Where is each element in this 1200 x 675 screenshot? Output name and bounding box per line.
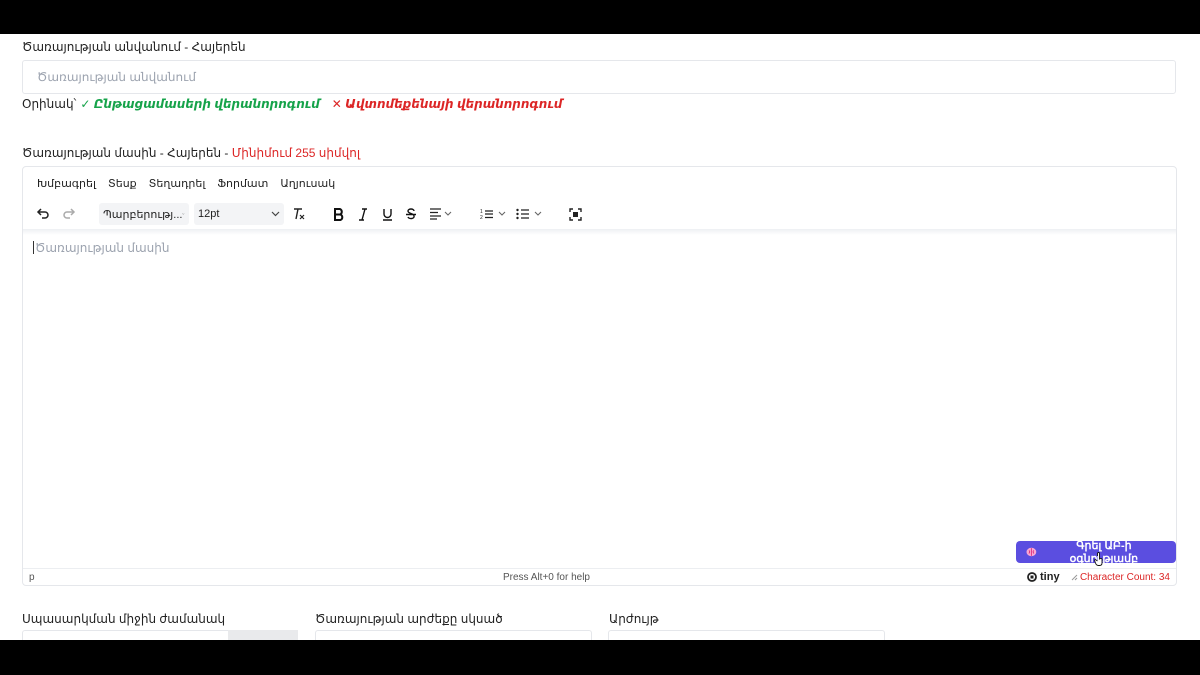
align-icon[interactable] [427, 203, 455, 225]
editor-toolbar: Պարբերությ... 12pt 1 2 [33, 203, 1163, 225]
editor-statusbar: p Press Alt+0 for help tiny Character Co… [23, 568, 1176, 587]
resize-handle-icon[interactable] [1070, 573, 1078, 581]
mouse-pointer-icon [1094, 552, 1103, 566]
bullet-list-icon[interactable] [515, 203, 545, 225]
chevron-down-icon [444, 211, 452, 216]
service-name-label: Ծառայության անվանում - Հայերեն [22, 40, 246, 54]
font-family-select[interactable]: Պարբերությ... [99, 203, 189, 225]
service-time-unit-addon[interactable] [228, 630, 298, 640]
service-form: Ծառայության անվանում - Հայերեն Օրինակ՝ ✓… [0, 34, 1200, 640]
bold-icon[interactable] [329, 203, 349, 225]
italic-icon[interactable] [353, 203, 373, 225]
editor-menubar: Խմբագրել Տեսք Տեղադրել Ֆորմատ Աղյուսակ [37, 177, 335, 190]
tiny-logo-icon [1027, 572, 1037, 582]
help-hint: Press Alt+0 for help [503, 572, 590, 583]
font-size-select[interactable]: 12pt [194, 203, 284, 225]
fullscreen-icon[interactable] [565, 203, 585, 225]
description-label-text: Ծառայության մասին - Հայերեն - [22, 146, 232, 160]
currency-label: Արժույթ [609, 612, 659, 626]
tiny-logo[interactable]: tiny [1027, 571, 1060, 583]
clear-formatting-icon[interactable] [288, 203, 308, 225]
description-label: Ծառայության մասին - Հայերեն - Մինիմում 2… [22, 146, 360, 160]
toolbar-divider [23, 229, 1176, 235]
menu-insert[interactable]: Տեղադրել [149, 177, 206, 190]
menu-edit[interactable]: Խմբագրել [37, 177, 96, 190]
font-size-value: 12pt [198, 208, 220, 220]
strikethrough-icon[interactable] [401, 203, 421, 225]
bad-example: ✕ Ավտոմեքենայի վերանորոգում [331, 97, 563, 111]
numbered-list-icon[interactable]: 12 [479, 203, 509, 225]
element-path[interactable]: p [29, 572, 35, 583]
svg-text:2: 2 [480, 215, 483, 220]
text-caret [33, 241, 34, 254]
average-service-time-label: Սպասարկման միջին ժամանակ [22, 612, 226, 626]
undo-icon[interactable] [33, 203, 53, 225]
service-name-input[interactable] [22, 60, 1176, 94]
chevron-down-icon [182, 213, 185, 215]
example-label: Օրինակ՝ [22, 97, 77, 111]
currency-select[interactable] [608, 630, 885, 640]
underline-icon[interactable] [377, 203, 397, 225]
tiny-brand: tiny [1040, 571, 1060, 583]
price-from-label: Ծառայության արժեքը սկսած [315, 612, 503, 626]
menu-table[interactable]: Աղյուսակ [280, 177, 335, 190]
editor-placeholder: Ծառայության մասին [35, 241, 170, 255]
good-example: ✓ Ընթացամասերի վերանորոգում [80, 97, 320, 111]
redo-icon[interactable] [59, 203, 79, 225]
font-family-value: Պարբերությ... [103, 208, 183, 221]
rich-text-editor: Խմբագրել Տեսք Տեղադրել Ֆորմատ Աղյուսակ Պ… [22, 166, 1177, 586]
character-count: Character Count: 34 [1079, 572, 1170, 583]
editor-content-area[interactable]: Ծառայության մասին [33, 241, 169, 255]
name-example-row: Օրինակ՝ ✓ Ընթացամասերի վերանորոգում ✕ Ավ… [22, 97, 562, 111]
menu-format[interactable]: Ֆորմատ [217, 177, 268, 190]
menu-view[interactable]: Տեսք [108, 177, 137, 190]
description-requirement: Մինիմում 255 սիմվոլ [231, 146, 361, 160]
brain-icon [1026, 547, 1037, 557]
chevron-down-icon [271, 211, 280, 217]
price-from-input[interactable] [315, 630, 592, 640]
